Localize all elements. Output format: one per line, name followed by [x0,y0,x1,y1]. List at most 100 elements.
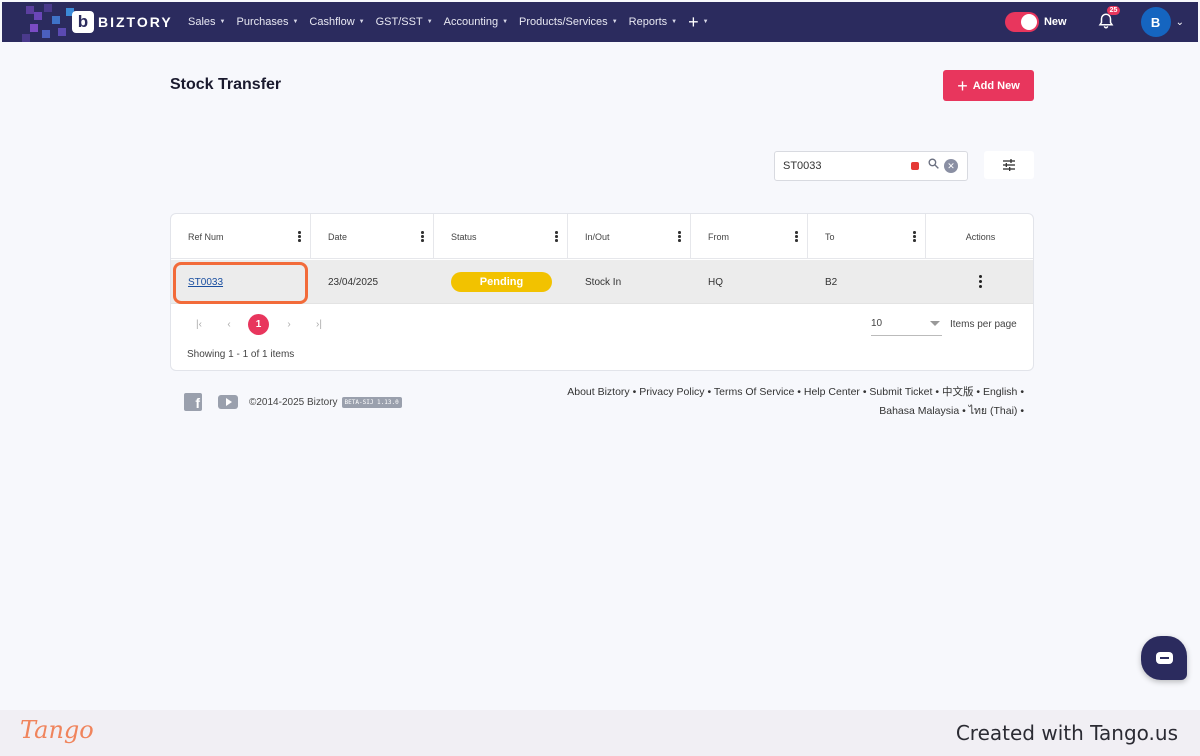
caret-down-icon: ▼ [426,19,433,25]
menu-purchases[interactable]: Purchases ▼ [236,16,298,28]
cell-to: B2 [825,276,838,288]
notifications-button[interactable]: 25 [1097,6,1121,32]
next-page-button[interactable]: › [278,319,300,330]
add-new-label: Add New [972,79,1020,92]
menu-quick-add[interactable]: + ▼ [688,13,708,31]
column-menu-icon[interactable] [421,231,424,243]
plus-icon: + [957,75,968,96]
last-page-button[interactable]: ›| [308,319,330,330]
table-header: Ref Num Date Status In/Out From To Actio… [171,214,1033,259]
filter-button[interactable] [984,151,1034,179]
caret-down-icon: ▼ [702,19,709,25]
main-menu: Sales ▼ Purchases ▼ Cashflow ▼ GST/SST ▼ Acc… [188,13,720,31]
column-header-ref-num[interactable]: Ref Num [171,214,311,259]
add-new-button[interactable]: + Add New [943,70,1034,101]
search-input[interactable]: ST0033 ✕ [774,151,968,181]
tango-footer: Tango Created with Tango.us [0,710,1200,756]
tango-created-text: Created with Tango.us [955,721,1178,745]
footer-links-line-2[interactable]: Bahasa Malaysia • ไทย (Thai) • [524,402,1024,421]
row-actions-icon[interactable] [979,274,982,290]
avatar[interactable]: B [1140,7,1171,37]
table-row[interactable]: ST0033 23/04/2025 Pending Stock In HQ B2 [171,260,1033,304]
menu-cashflow[interactable]: Cashflow ▼ [309,16,364,28]
search-icon[interactable] [927,157,944,175]
tango-logo: Tango [20,716,94,744]
menu-products-services[interactable]: Products/Services ▼ [519,16,618,28]
caret-down-icon: ▼ [358,19,365,25]
dropdown-arrow-icon [930,321,940,326]
column-header-in-out[interactable]: In/Out [568,214,691,259]
menu-label: GST/SST [375,16,423,28]
caret-down-icon: ▼ [292,19,299,25]
column-menu-icon[interactable] [678,231,681,243]
status-badge: Pending [451,272,552,292]
menu-sales[interactable]: Sales ▼ [188,16,225,28]
column-header-status[interactable]: Status [434,214,568,259]
page-title: Stock Transfer [170,76,282,93]
caret-down-icon: ▼ [219,19,226,25]
column-label: Actions [965,231,996,242]
cell-status: Pending [434,260,568,304]
items-per-page-select[interactable]: 10 [871,312,942,336]
column-menu-icon[interactable] [913,231,916,243]
column-label: Date [328,231,348,242]
footer-links[interactable]: About Biztory • Privacy Policy • Terms O… [524,383,1024,421]
cell-date: 23/04/2025 [328,276,379,288]
stock-transfer-table: Ref Num Date Status In/Out From To Actio… [170,213,1034,371]
biztory-logo-icon: b [72,11,94,33]
column-menu-icon[interactable] [298,231,301,243]
column-menu-icon[interactable] [555,231,558,243]
youtube-icon[interactable] [218,395,238,409]
menu-label: Sales [188,16,216,28]
notification-badge: 25 [1106,6,1121,15]
showing-count: Showing 1 - 1 of 1 items [187,349,295,360]
chevron-down-icon[interactable]: ⌄ [1176,17,1184,28]
menu-label: Reports [628,16,668,28]
copyright: ©2014-2025 Biztory BETA-SIJ 1.13.0 [249,397,402,408]
new-ui-toggle[interactable] [1004,12,1039,32]
cell-ref-num: ST0033 [171,260,311,304]
pagination: |‹ ‹ 1 › ›| [188,314,338,335]
menu-gst-sst[interactable]: GST/SST ▼ [376,16,433,28]
prev-page-button[interactable]: ‹ [218,319,240,330]
nav-right: New 25 B ⌄ [1004,2,1184,42]
cell-actions [926,260,1033,304]
caret-down-icon: ▼ [611,19,618,25]
column-header-from[interactable]: From [691,214,808,259]
chat-widget-button[interactable] [1141,636,1187,680]
column-header-to[interactable]: To [808,214,926,259]
search-value: ST0033 [783,160,822,172]
chat-icon [1155,652,1173,664]
column-header-date[interactable]: Date [311,214,434,259]
items-per-page-label: Items per page [950,319,1017,330]
menu-reports[interactable]: Reports ▼ [629,16,677,28]
clear-search-icon[interactable]: ✕ [944,159,958,173]
menu-label: Purchases [236,16,289,28]
page-1-button[interactable]: 1 [248,314,269,335]
menu-accounting[interactable]: Accounting ▼ [444,16,508,28]
plus-icon: + [688,12,699,32]
per-page-value: 10 [871,318,883,329]
column-label: Ref Num [188,231,224,242]
first-page-button[interactable]: |‹ [188,319,210,330]
menu-label: Accounting [443,16,499,28]
cell-in-out: Stock In [585,276,622,288]
brand-name: BIZTORY [98,14,173,30]
app-frame: b BIZTORY Sales ▼ Purchases ▼ Cashflow ▼ GS… [2,0,1198,710]
brand[interactable]: b BIZTORY [2,2,182,42]
footer-links-line-1[interactable]: About Biztory • Privacy Policy • Terms O… [524,383,1024,402]
caret-down-icon: ▼ [671,19,678,25]
column-header-actions: Actions [926,214,1033,259]
top-navbar: b BIZTORY Sales ▼ Purchases ▼ Cashflow ▼ GS… [2,2,1198,42]
column-label: In/Out [585,231,610,242]
cell-from: HQ [708,276,723,288]
column-label: Status [451,231,477,242]
facebook-icon[interactable]: f [184,393,202,411]
menu-label: Products/Services [519,16,608,28]
extension-icon [911,162,919,170]
column-menu-icon[interactable] [795,231,798,243]
version-badge: BETA-SIJ 1.13.0 [341,397,402,408]
toggle-label: New [1043,16,1067,28]
column-label: To [825,231,835,242]
highlight-box [173,262,308,304]
